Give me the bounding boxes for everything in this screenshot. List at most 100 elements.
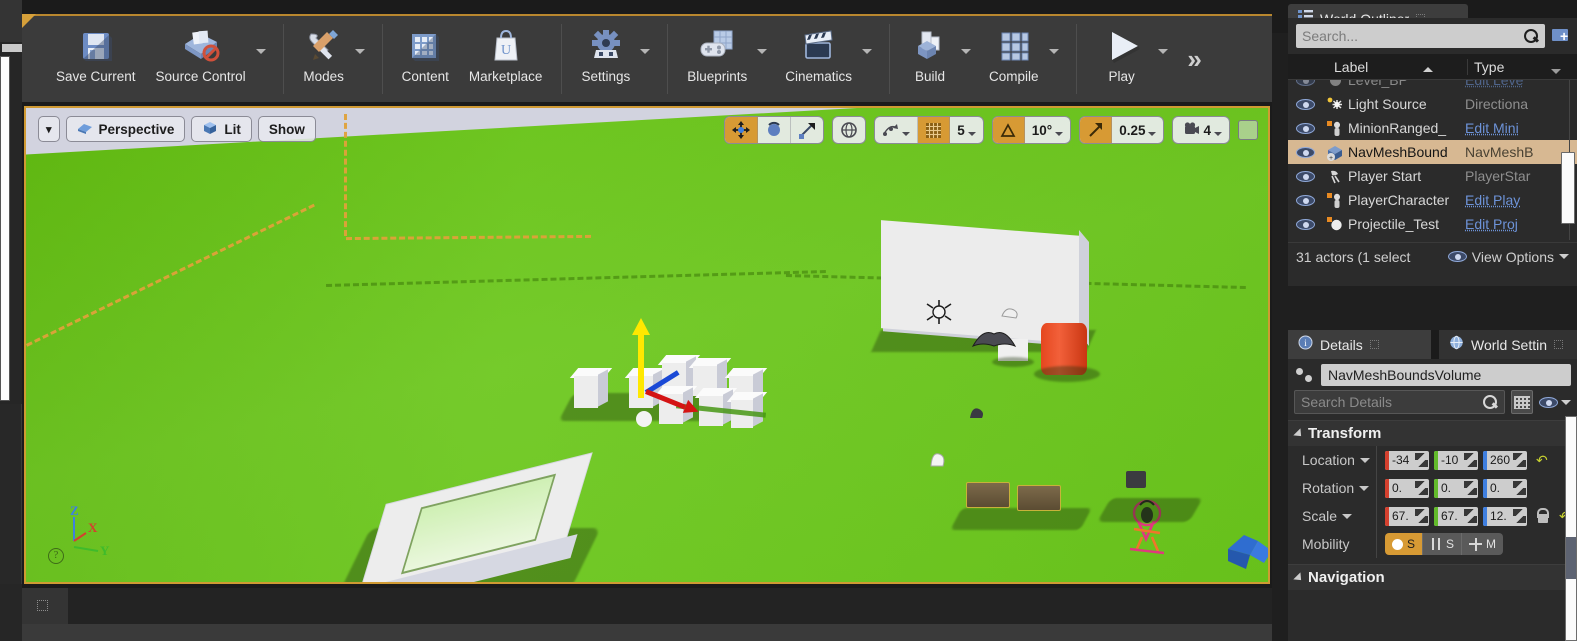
mobility-static-button[interactable]: S — [1385, 533, 1424, 555]
left-tab-nub[interactable] — [0, 0, 22, 42]
marketplace-button[interactable]: U Marketplace — [459, 16, 553, 102]
scene-creature-bat[interactable] — [971, 330, 1017, 357]
scene-blue-pickup[interactable] — [1222, 529, 1268, 576]
outliner-row[interactable]: Player Start PlayerStar — [1288, 164, 1577, 188]
section-transform[interactable]: Transform — [1288, 420, 1577, 446]
location-label[interactable]: Location — [1288, 452, 1376, 468]
scale-value-dropdown[interactable]: 0.25 — [1112, 117, 1163, 143]
scale-z-field[interactable]: 12. — [1483, 506, 1527, 526]
column-options-icon[interactable] — [1551, 68, 1561, 74]
gizmo-center-handle[interactable] — [636, 411, 652, 427]
outliner-row[interactable]: Projectile_Test Edit Proj — [1288, 212, 1577, 236]
scene-creature-white[interactable] — [926, 448, 948, 475]
cinematics-dropdown[interactable] — [862, 16, 880, 102]
toolbar-overflow-button[interactable]: » — [1176, 16, 1214, 102]
actor-name-field[interactable] — [1321, 364, 1571, 386]
close-icon[interactable] — [1554, 340, 1563, 349]
outliner-list[interactable]: Level_BP Edit Leve Light Source Directio… — [1288, 80, 1577, 242]
scale-mode-button[interactable] — [791, 117, 823, 143]
surface-snap-button[interactable] — [875, 117, 919, 143]
location-x-field[interactable]: -34 — [1385, 450, 1429, 470]
scale-snap-toggle[interactable] — [1080, 117, 1113, 143]
build-dropdown[interactable] — [961, 16, 979, 102]
outliner-search-input[interactable] — [1302, 28, 1523, 44]
angle-value-dropdown[interactable]: 10° — [1025, 117, 1070, 143]
viewport-options-menu[interactable]: ▾ — [38, 116, 60, 142]
modes-dropdown[interactable] — [354, 16, 373, 102]
outliner-search-box[interactable] — [1296, 24, 1545, 48]
view-options-button[interactable]: View Options — [1447, 249, 1569, 265]
lock-icon[interactable] — [1535, 507, 1550, 525]
blueprints-dropdown[interactable] — [757, 16, 775, 102]
close-icon[interactable] — [1369, 340, 1379, 349]
grid-view-icon[interactable] — [1511, 390, 1533, 414]
new-folder-icon[interactable] — [1551, 26, 1573, 46]
visibility-toggle[interactable] — [1288, 98, 1322, 110]
scene-creature-spider[interactable] — [926, 300, 952, 329]
visibility-toggle[interactable] — [1288, 146, 1322, 158]
scale-y-field[interactable]: 67. — [1434, 506, 1478, 526]
outliner-row-type[interactable]: Edit Mini — [1465, 120, 1577, 136]
show-menu-button[interactable]: Show — [257, 116, 316, 142]
rotation-label[interactable]: Rotation — [1288, 480, 1376, 496]
section-navigation[interactable]: Navigation — [1288, 564, 1577, 590]
play-dropdown[interactable] — [1157, 16, 1176, 102]
rotation-x-field[interactable]: 0. — [1385, 478, 1429, 498]
gizmo-z-axis[interactable] — [638, 330, 644, 398]
mobility-stationary-button[interactable]: S — [1423, 533, 1463, 555]
translate-mode-button[interactable] — [725, 117, 759, 143]
outliner-row-type[interactable]: Edit Leve — [1465, 80, 1577, 88]
save-current-button[interactable]: Save Current — [46, 16, 146, 102]
visibility-toggle[interactable] — [1288, 170, 1322, 182]
outliner-row-selected[interactable]: + NavMeshBound NavMeshB — [1288, 140, 1577, 164]
scale-label[interactable]: Scale — [1288, 508, 1376, 524]
chevron-down-icon[interactable] — [1055, 132, 1064, 136]
outliner-row[interactable]: Light Source Directiona — [1288, 92, 1577, 116]
location-z-field[interactable]: 260 — [1483, 450, 1527, 470]
details-search-box[interactable] — [1294, 390, 1505, 414]
bottom-collapsed-tab[interactable] — [22, 588, 68, 624]
grid-size-dropdown[interactable]: 5 — [950, 117, 983, 143]
settings-dropdown[interactable] — [640, 16, 658, 102]
outliner-type-column[interactable]: Type — [1467, 58, 1577, 75]
maximize-viewport-button[interactable] — [1238, 120, 1258, 140]
mobility-movable-button[interactable]: M — [1462, 533, 1504, 555]
scene-chest[interactable] — [966, 482, 1010, 508]
chevron-down-icon[interactable] — [1214, 132, 1222, 136]
scene-chest[interactable] — [1017, 485, 1061, 511]
compile-button[interactable]: Compile — [979, 16, 1049, 102]
outliner-row[interactable]: MinionRanged_ Edit Mini — [1288, 116, 1577, 140]
content-button[interactable]: Content — [392, 16, 459, 102]
scene-cube[interactable] — [569, 368, 613, 408]
rotation-y-field[interactable]: 0. — [1434, 478, 1478, 498]
source-control-button[interactable]: Source Control — [146, 16, 256, 102]
scene-creature-small[interactable] — [998, 304, 1020, 327]
rotation-z-field[interactable]: 0. — [1483, 478, 1527, 498]
angle-snap-toggle[interactable] — [992, 117, 1025, 143]
grid-snap-toggle[interactable] — [918, 117, 951, 143]
chevron-down-icon[interactable] — [1148, 132, 1157, 136]
outliner-row[interactable]: RecastNavMesh RecastNav — [1288, 236, 1577, 242]
tab-details[interactable]: i Details — [1288, 330, 1431, 359]
outliner-row[interactable]: PlayerCharacter Edit Play — [1288, 188, 1577, 212]
compile-dropdown[interactable] — [1048, 16, 1067, 102]
outliner-row[interactable]: Level_BP Edit Leve — [1288, 80, 1577, 92]
visibility-toggle[interactable] — [1288, 194, 1322, 206]
source-control-dropdown[interactable] — [255, 16, 274, 102]
view-mode-button[interactable]: Lit — [191, 116, 252, 142]
details-view-options-button[interactable] — [1539, 396, 1571, 408]
world-space-button[interactable] — [833, 117, 865, 143]
blueprints-button[interactable]: Blueprints — [677, 16, 757, 102]
scale-x-field[interactable]: 67. — [1385, 506, 1429, 526]
outliner-label-column[interactable]: Label — [1324, 59, 1467, 75]
chevron-down-icon[interactable] — [902, 132, 911, 136]
location-y-field[interactable]: -10 — [1434, 450, 1478, 470]
settings-button[interactable]: Settings — [571, 16, 640, 102]
chevron-down-icon[interactable] — [967, 132, 976, 136]
tab-world-settings[interactable]: World Settin — [1439, 330, 1577, 359]
rotate-mode-button[interactable] — [758, 117, 792, 143]
camera-speed-dropdown[interactable]: 4 — [1173, 117, 1229, 143]
modes-button[interactable]: Modes — [293, 16, 355, 102]
play-button[interactable]: Play — [1086, 16, 1158, 102]
viewport-3d-scene[interactable]: Z X Y ? — [26, 108, 1268, 582]
